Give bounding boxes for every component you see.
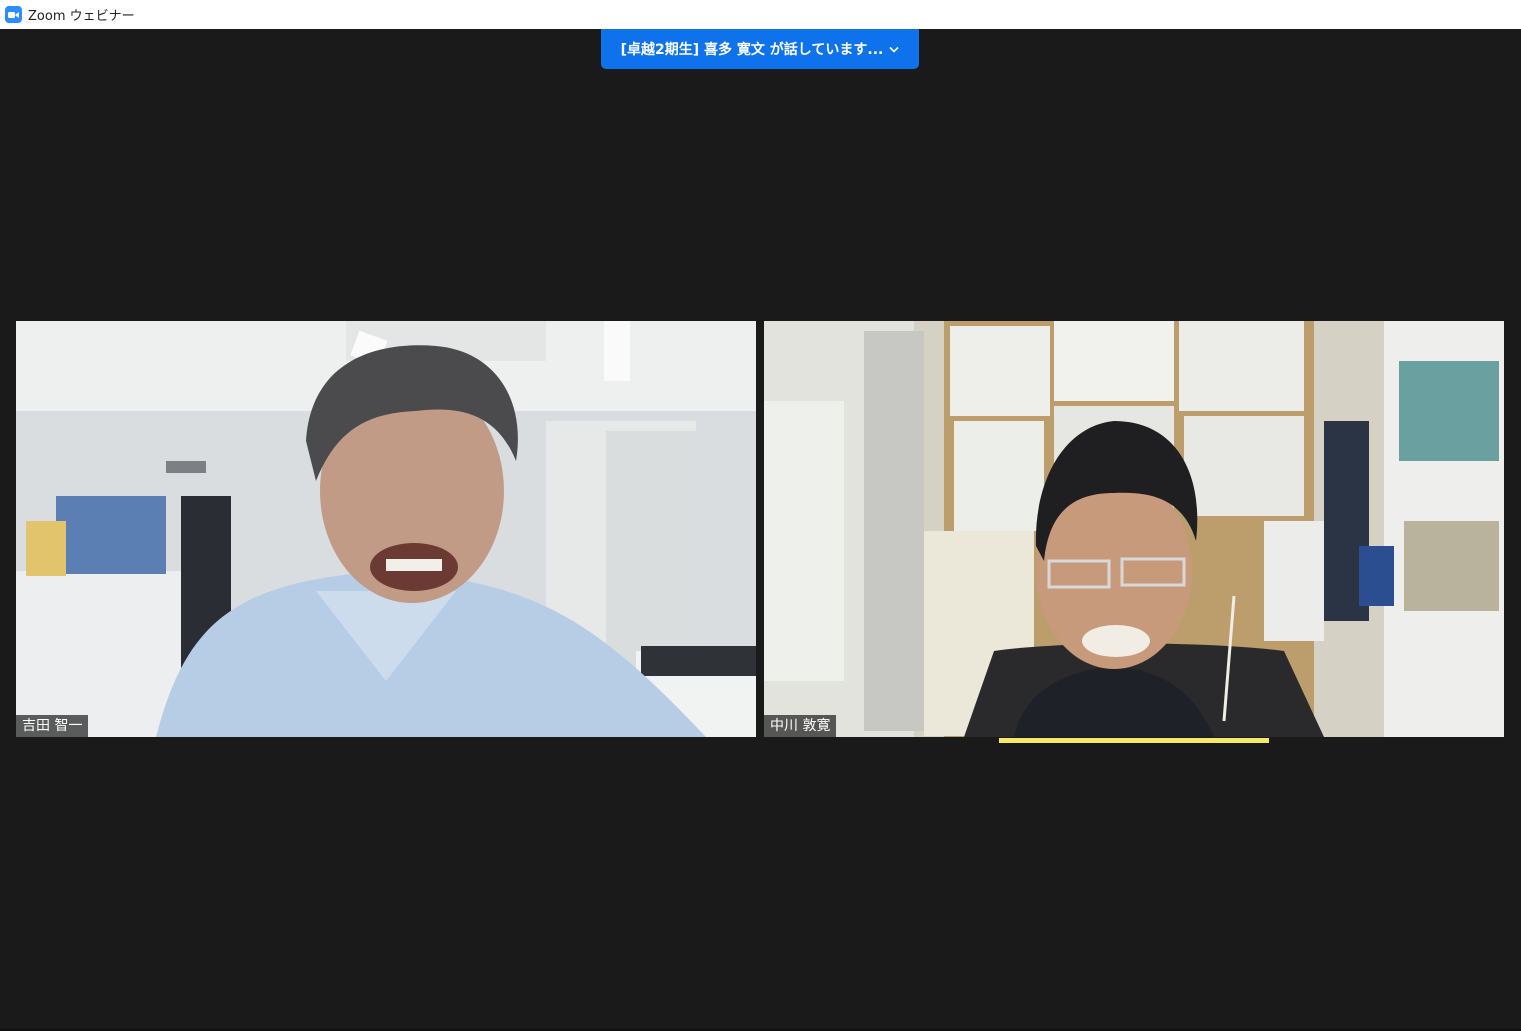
participant-name-label: 吉田 智一: [16, 715, 89, 737]
chevron-down-icon: [889, 46, 899, 53]
active-speaker-indicator: [999, 738, 1269, 743]
participant-video-feed: [764, 321, 1504, 737]
active-speaker-text: [卓越2期生] 喜多 寛文 が話しています...: [620, 42, 884, 58]
video-tile-participant-1[interactable]: 吉田 智一: [16, 321, 756, 737]
window-titlebar: Zoom ウェビナー: [0, 0, 1521, 29]
participant-video-feed: [16, 321, 756, 737]
video-tile-participant-2[interactable]: 中川 敦寛: [764, 321, 1504, 737]
participant-name-label: 中川 敦寛: [764, 715, 837, 737]
window-title: Zoom ウェビナー: [28, 9, 135, 24]
active-speaker-banner[interactable]: [卓越2期生] 喜多 寛文 が話しています...: [601, 29, 919, 69]
zoom-camera-icon: [5, 6, 22, 23]
